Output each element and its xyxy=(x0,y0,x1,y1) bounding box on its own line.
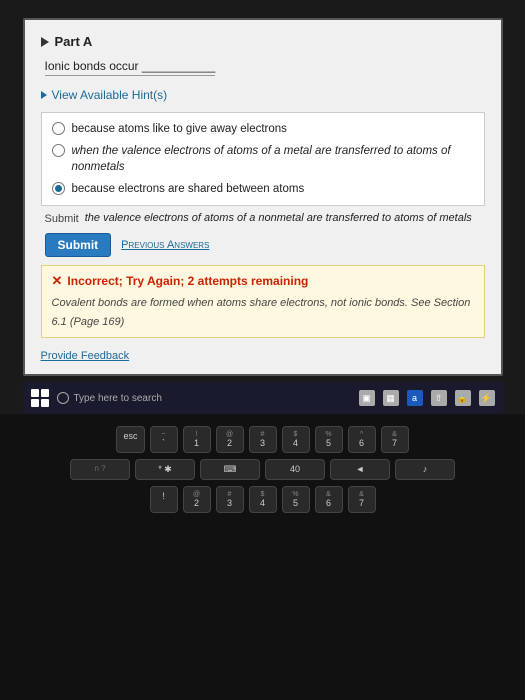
option-a-text: because atoms like to give away electron… xyxy=(72,121,474,137)
win-cell-2 xyxy=(41,389,49,397)
chevron-right-icon xyxy=(41,91,47,99)
incorrect-text: Incorrect; Try Again; 2 attempts remaini… xyxy=(67,274,308,288)
radio-c[interactable] xyxy=(52,182,65,195)
submit-btn-row: Submit Previous Answers xyxy=(41,233,485,257)
feedback-detail: Covalent bonds are formed when atoms sha… xyxy=(52,297,471,327)
submit-option-d-area: Submit the valence electrons of atoms of… xyxy=(41,212,485,225)
screen-content: Part A Ionic bonds occur ___________ Vie… xyxy=(23,18,503,376)
submit-button[interactable]: Submit xyxy=(45,233,112,257)
kb-num40[interactable]: 40 xyxy=(265,459,325,480)
kb-percent[interactable]: % 5 xyxy=(282,486,310,513)
win-cell-3 xyxy=(31,399,39,407)
option-b-row[interactable]: when the valence electrons of atoms of a… xyxy=(52,143,474,175)
kb-esc[interactable]: esc xyxy=(116,426,144,453)
kb-excl[interactable]: ! xyxy=(150,486,178,513)
provide-feedback-link[interactable]: Provide Feedback xyxy=(41,350,130,362)
kb-rect[interactable]: ⌨ xyxy=(200,459,260,480)
hints-link[interactable]: View Available Hint(s) xyxy=(52,88,168,102)
incorrect-line: ✕ Incorrect; Try Again; 2 attempts remai… xyxy=(52,273,474,289)
search-placeholder: Type here to search xyxy=(74,393,162,404)
feedback-box: ✕ Incorrect; Try Again; 2 attempts remai… xyxy=(41,265,485,338)
taskbar-icon-2[interactable]: ▦ xyxy=(383,390,399,406)
kb-tilde[interactable]: ~ ` xyxy=(150,426,178,453)
kb-at[interactable]: @ 2 xyxy=(183,486,211,513)
taskbar-icons: ▣ ▦ a ⇧ 🔒 ⚡ xyxy=(359,390,495,406)
taskbar-icon-5[interactable]: ⚡ xyxy=(479,390,495,406)
taskbar: Type here to search ▣ ▦ a ⇧ 🔒 ⚡ xyxy=(23,382,503,414)
radio-a[interactable] xyxy=(52,122,65,135)
win-cell-1 xyxy=(31,389,39,397)
kb-7[interactable]: & 7 xyxy=(381,426,409,453)
hints-row[interactable]: View Available Hint(s) xyxy=(41,88,485,102)
kb-4[interactable]: $ 4 xyxy=(282,426,310,453)
kb-3[interactable]: # 3 xyxy=(249,426,277,453)
option-a-row[interactable]: because atoms like to give away electron… xyxy=(52,121,474,137)
kb-hash[interactable]: # 3 xyxy=(216,486,244,513)
kb-1[interactable]: ! 1 xyxy=(183,426,211,453)
submit-label-inline: Submit xyxy=(45,212,79,225)
part-a-title: Part A xyxy=(55,34,93,49)
kb-seven[interactable]: & 7 xyxy=(348,486,376,513)
search-circle-icon xyxy=(57,392,69,404)
options-box: because atoms like to give away electron… xyxy=(41,112,485,206)
kb-amp[interactable]: & 6 xyxy=(315,486,343,513)
kb-asterisk[interactable]: * ✱ xyxy=(135,459,195,480)
kb-row-numbers: n ? * ✱ ⌨ 40 ◄ ♪ xyxy=(20,459,505,480)
option-c-text: because electrons are shared between ato… xyxy=(72,181,474,197)
option-c-row[interactable]: because electrons are shared between ato… xyxy=(52,181,474,197)
ionic-bonds-text: Ionic bonds occur ___________ xyxy=(45,59,216,76)
option-d-text: the valence electrons of atoms of a nonm… xyxy=(85,212,472,224)
option-b-text: when the valence electrons of atoms of a… xyxy=(72,143,474,175)
kb-dollar[interactable]: $ 4 xyxy=(249,486,277,513)
kb-row-top: esc ~ ` ! 1 @ 2 # 3 $ 4 % 5 ^ 6 xyxy=(20,426,505,453)
radio-c-fill xyxy=(55,185,62,192)
search-area[interactable]: Type here to search xyxy=(57,392,351,404)
win-cell-4 xyxy=(41,399,49,407)
taskbar-icon-1[interactable]: ▣ xyxy=(359,390,375,406)
kb-6[interactable]: ^ 6 xyxy=(348,426,376,453)
kb-5[interactable]: % 5 xyxy=(315,426,343,453)
windows-icon[interactable] xyxy=(31,389,49,407)
kb-2[interactable]: @ 2 xyxy=(216,426,244,453)
part-a-header: Part A xyxy=(41,34,485,49)
radio-b[interactable] xyxy=(52,144,65,157)
kb-num-label: n ? xyxy=(70,459,130,480)
taskbar-icon-3[interactable]: ⇧ xyxy=(431,390,447,406)
collapse-icon xyxy=(41,37,49,47)
ionic-bonds-line: Ionic bonds occur ___________ xyxy=(45,57,485,82)
x-icon: ✕ xyxy=(52,273,63,289)
taskbar-icon-4[interactable]: 🔒 xyxy=(455,390,471,406)
kb-row-main: ! @ 2 # 3 $ 4 % 5 & 6 & 7 xyxy=(20,486,505,513)
keyboard-area: esc ~ ` ! 1 @ 2 # 3 $ 4 % 5 ^ 6 xyxy=(0,414,525,700)
kb-back[interactable]: ◄ xyxy=(330,459,390,480)
taskbar-icon-a[interactable]: a xyxy=(407,390,423,406)
kb-sound[interactable]: ♪ xyxy=(395,459,455,480)
previous-answers-link[interactable]: Previous Answers xyxy=(121,239,209,251)
